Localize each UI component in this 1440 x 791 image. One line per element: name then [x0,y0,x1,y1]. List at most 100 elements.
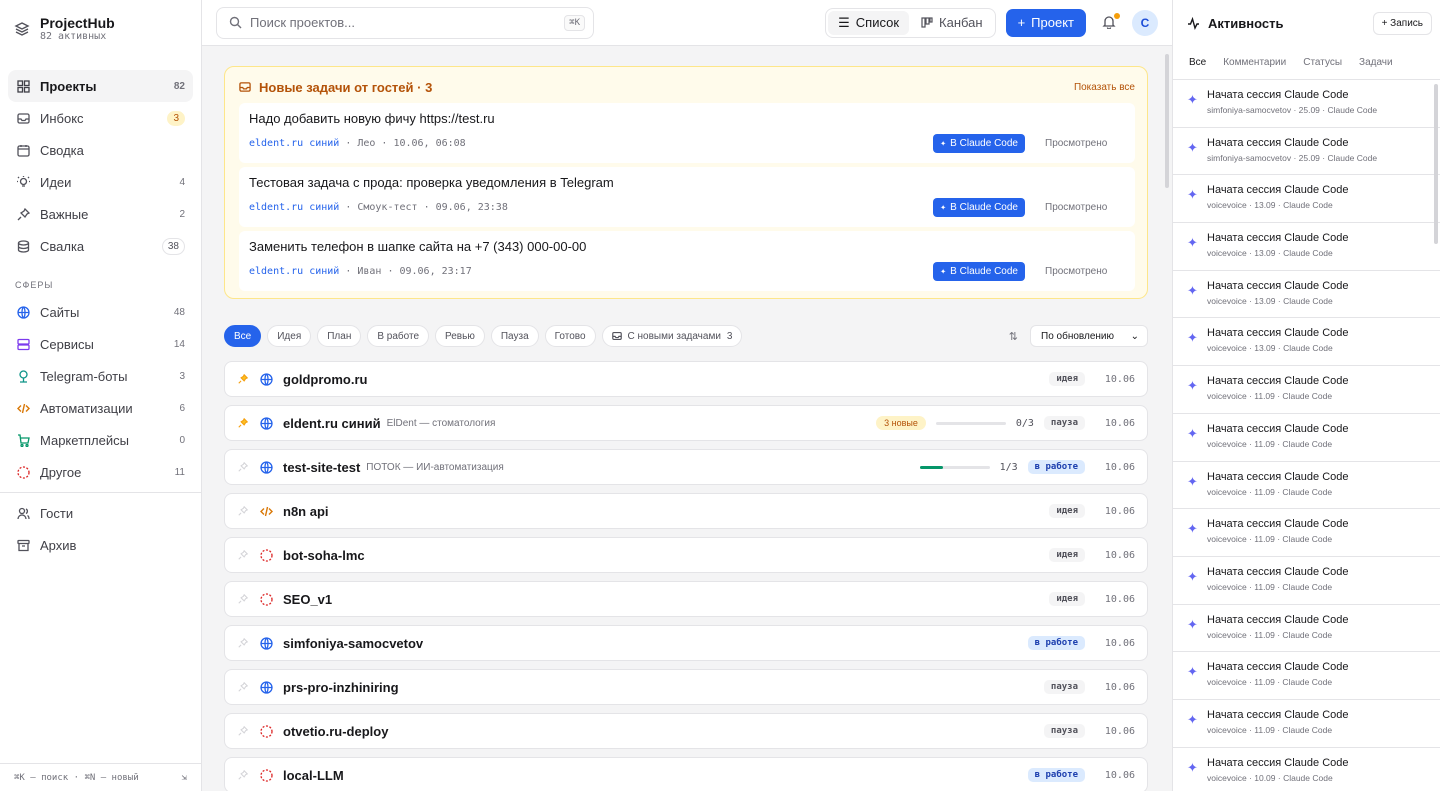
pin-icon[interactable] [237,417,249,429]
view-list-button[interactable]: ☰ Список [828,10,910,35]
tab-statuses[interactable]: Статусы [1303,57,1342,68]
project-row[interactable]: bot-soha-lmc идея 10.06 [224,537,1148,573]
project-row[interactable]: goldpromo.ru идея 10.06 [224,361,1148,397]
activity-item[interactable]: ✦ Начата сессия Claude Code voicevoice ·… [1173,414,1440,462]
sphere-item-marketplaces[interactable]: Маркетплейсы 0 [8,424,193,456]
send-to-claude-code-button[interactable]: ✦ В Claude Code [933,262,1025,281]
sidebar-item-dump[interactable]: Свалка 38 [8,230,193,262]
view-kanban-button[interactable]: Канбан [911,11,993,35]
sidebar-item-summary[interactable]: Сводка [8,134,193,166]
sphere-item-automations[interactable]: Автоматизации 6 [8,392,193,424]
pin-icon[interactable] [237,549,249,561]
pin-icon[interactable] [237,373,249,385]
sort-icon[interactable]: ⇅ [1009,330,1018,343]
activity-item[interactable]: ✦ Начата сессия Claude Code voicevoice ·… [1173,223,1440,271]
guest-task-source[interactable]: eldent.ru синий [249,202,339,213]
sphere-item-telegram-bots[interactable]: Telegram-боты 3 [8,360,193,392]
tab-comments[interactable]: Комментарии [1223,57,1286,68]
pin-icon[interactable] [237,725,249,737]
main-scrollbar[interactable] [1165,54,1169,188]
activity-item[interactable]: ✦ Начата сессия Claude Code voicevoice ·… [1173,509,1440,557]
project-meta: 3 новые 0/3 пауза 10.06 [876,416,1135,430]
sphere-item-services[interactable]: Сервисы 14 [8,328,193,360]
pin-icon[interactable] [237,593,249,605]
status-badge: пауза [1043,680,1085,694]
sphere-count: 48 [173,306,185,318]
pin-icon[interactable] [237,461,249,473]
activity-item[interactable]: ✦ Начата сессия Claude Code voicevoice ·… [1173,318,1440,367]
code-icon [259,504,273,518]
sort-select[interactable]: По обновлению ⌄ [1030,325,1148,347]
filter-chip-plan[interactable]: План [317,325,362,347]
activity-item-meta: voicevoice · 10.09 · Claude Code [1207,772,1333,783]
send-to-claude-code-button[interactable]: ✦ В Claude Code [933,134,1025,153]
guest-task-author: Иван [357,266,382,277]
activity-item[interactable]: ✦ Начата сессия Claude Code voicevoice ·… [1173,700,1440,748]
search-icon [229,16,242,29]
filter-chip-pause[interactable]: Пауза [490,325,539,347]
avatar[interactable]: С [1132,9,1158,36]
sidebar-item-archive[interactable]: Архив [8,529,193,561]
filter-chip-all[interactable]: Все [224,325,262,347]
project-row[interactable]: simfoniya-samocvetov в работе 10.06 [224,625,1148,661]
activity-item[interactable]: ✦ Начата сессия Claude Code simfoniya-sa… [1173,80,1440,128]
logout-icon[interactable]: ⇲ [182,773,187,783]
sidebar-item-guests[interactable]: Гости [8,497,193,529]
filter-chip-in-progress[interactable]: В работе [367,325,430,347]
filter-chip-idea[interactable]: Идея [267,325,312,347]
activity-item[interactable]: ✦ Начата сессия Claude Code simfoniya-sa… [1173,128,1440,176]
sidebar-item-projects[interactable]: Проекты 82 [8,70,193,102]
inbox-icon [239,82,251,92]
sidebar-item-ideas[interactable]: Идеи 4 [8,166,193,198]
activity-item[interactable]: ✦ Начата сессия Claude Code voicevoice ·… [1173,748,1440,791]
sidebar-item-label: Инбокс [40,110,84,126]
activity-item[interactable]: ✦ Начата сессия Claude Code voicevoice ·… [1173,175,1440,224]
search-input[interactable] [250,15,557,30]
show-all-link[interactable]: Показать все [1074,82,1135,93]
add-record-button[interactable]: + Запись [1372,11,1432,35]
search-box[interactable]: ⌘K [216,6,594,39]
mark-seen-button[interactable]: Просмотрено [1045,202,1125,213]
mark-seen-button[interactable]: Просмотрено [1045,266,1125,277]
activity-item[interactable]: ✦ Начата сессия Claude Code voicevoice ·… [1173,462,1440,510]
send-to-claude-code-button[interactable]: ✦ В Claude Code [933,198,1025,217]
sidebar-item-inbox[interactable]: Инбокс 3 [8,102,193,134]
project-row[interactable]: test-site-test ПОТОК — ИИ-автоматизация 1/… [224,449,1148,485]
activity-item[interactable]: ✦ Начата сессия Claude Code voicevoice ·… [1173,605,1440,653]
filter-chip-review[interactable]: Ревью [435,325,485,347]
activity-item[interactable]: ✦ Начата сессия Claude Code voicevoice ·… [1173,652,1440,700]
new-project-button[interactable]: + Проект [1005,8,1086,37]
activity-item[interactable]: ✦ Начата сессия Claude Code voicevoice ·… [1173,557,1440,605]
pin-icon[interactable] [237,769,249,781]
tab-tasks[interactable]: Задачи [1359,57,1393,68]
pin-icon[interactable] [237,681,249,693]
project-row[interactable]: eldent.ru синий ElDent — стоматология 3 но… [224,405,1148,441]
notifications-button[interactable] [1102,12,1120,31]
archive-icon [16,538,30,552]
guest-task-source[interactable]: eldent.ru синий [249,138,339,149]
sidebar-item-count: 4 [179,176,185,188]
project-name: prs-pro-inzhiniring [283,679,399,695]
sphere-item-other[interactable]: Другое 11 [8,456,193,488]
brand[interactable]: ProjectHub 82 активных [0,0,201,46]
project-row[interactable]: prs-pro-inzhiniring пауза 10.06 [224,669,1148,705]
project-row[interactable]: otvetio.ru-deploy пауза 10.06 [224,713,1148,749]
status-badge: идея [1049,548,1085,562]
guest-task-source[interactable]: eldent.ru синий [249,266,339,277]
pin-icon[interactable] [237,637,249,649]
project-row[interactable]: SEO_v1 идея 10.06 [224,581,1148,617]
activity-scrollbar[interactable] [1434,84,1438,244]
activity-item[interactable]: ✦ Начата сессия Claude Code voicevoice ·… [1173,271,1440,319]
activity-item[interactable]: ✦ Начата сессия Claude Code voicevoice ·… [1173,366,1440,414]
sidebar-item-important[interactable]: Важные 2 [8,198,193,230]
project-row[interactable]: local-LLM в работе 10.06 [224,757,1148,791]
mark-seen-button[interactable]: Просмотрено [1045,138,1125,149]
activity-feed[interactable]: ✦ Начата сессия Claude Code simfoniya-sa… [1173,80,1440,791]
tab-all[interactable]: Все [1189,57,1206,68]
filter-chip-done[interactable]: Готово [544,325,596,347]
project-row[interactable]: n8n api идея 10.06 [224,493,1148,529]
filter-chip-new-tasks[interactable]: С новыми задачами 3 [601,325,743,347]
search-shortcut: ⌘K [564,14,585,31]
pin-icon[interactable] [237,505,249,517]
sphere-item-sites[interactable]: Сайты 48 [8,296,193,328]
